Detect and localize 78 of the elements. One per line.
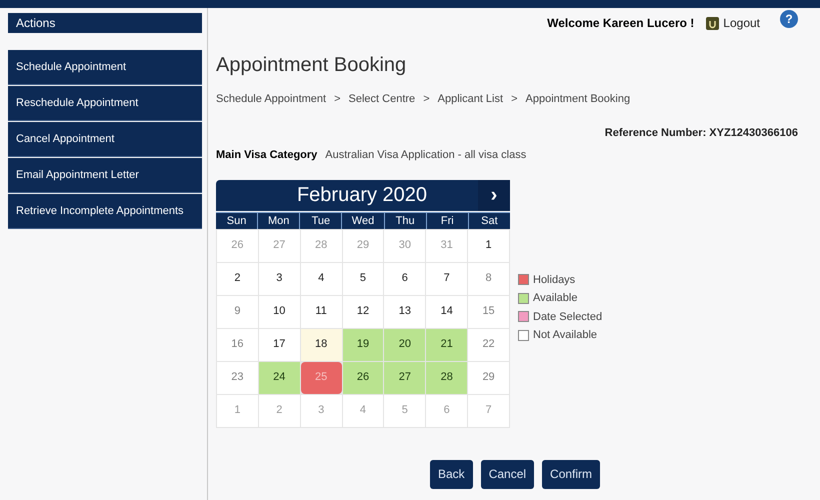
weekday-header: Sun	[216, 212, 258, 228]
calendar-day: 2	[258, 394, 300, 426]
month-title: February 2020	[296, 183, 428, 208]
breadcrumb-separator: >	[423, 92, 430, 107]
calendar-day: 5	[384, 394, 426, 426]
sidebar-item[interactable]: Reschedule Appointment	[8, 86, 202, 121]
calendar-day: 6	[426, 394, 468, 426]
calendar-day[interactable]: 6	[384, 262, 426, 294]
calendar-day[interactable]: 27	[384, 362, 426, 394]
sidebar-item[interactable]: Schedule Appointment	[8, 50, 202, 85]
calendar-day[interactable]: 12	[342, 296, 384, 328]
calendar-day: 1	[217, 394, 258, 426]
calendar-day[interactable]: 26	[342, 362, 384, 394]
calendar-day[interactable]: 17	[258, 328, 300, 360]
calendar-day[interactable]: 3	[258, 262, 300, 294]
calendar-day[interactable]: 2	[217, 262, 258, 294]
sidebar-item[interactable]: Retrieve Incomplete Appointments	[8, 194, 202, 229]
weekday-header: Fri	[426, 212, 468, 228]
visa-category-label: Main Visa Category	[216, 148, 318, 163]
sidebar-item[interactable]: Email Appointment Letter	[8, 158, 202, 193]
calendar-day[interactable]: 16	[217, 328, 258, 360]
calendar-day[interactable]: 10	[258, 296, 300, 328]
breadcrumb-item[interactable]: Appointment Booking	[526, 91, 630, 108]
page-title: Appointment Booking	[216, 53, 408, 77]
weekday-header: Mon	[258, 212, 300, 228]
action-button[interactable]: Back	[430, 460, 473, 488]
calendar-day[interactable]: 5	[342, 262, 384, 294]
calendar-day[interactable]: 15	[468, 296, 509, 328]
legend-label: Available	[533, 291, 578, 306]
calendar-day[interactable]: 14	[426, 296, 468, 328]
calendar-day[interactable]: 28	[426, 362, 468, 394]
logout-link[interactable]: Logout	[706, 14, 760, 32]
calendar-day: 30	[384, 230, 426, 262]
calendar-day[interactable]: 29	[468, 362, 509, 394]
calendar-day[interactable]: 11	[300, 296, 342, 328]
weekday-header: Tue	[300, 212, 342, 228]
power-icon	[706, 16, 720, 30]
calendar-day[interactable]: 18	[300, 328, 342, 360]
next-month-button[interactable]: ›	[478, 180, 510, 210]
calendar-day: 26	[217, 230, 258, 262]
legend-label: Date Selected	[533, 310, 602, 324]
action-button[interactable]: Cancel	[480, 460, 534, 488]
calendar-day[interactable]: 21	[426, 328, 468, 360]
breadcrumb-item[interactable]: Schedule Appointment	[216, 91, 326, 108]
breadcrumb-item[interactable]: Applicant List	[438, 91, 504, 108]
breadcrumb-separator: >	[511, 92, 518, 107]
calendar-day[interactable]: 22	[468, 328, 509, 360]
calendar-day: 28	[300, 230, 342, 262]
calendar-day[interactable]: 24	[258, 362, 300, 394]
calendar-day: 27	[258, 230, 300, 262]
weekday-header: Wed	[342, 212, 384, 228]
calendar-day[interactable]: 23	[217, 362, 258, 394]
weekday-header: Sat	[468, 212, 510, 228]
legend-label: Holidays	[533, 272, 576, 288]
breadcrumb-item[interactable]: Select Centre	[348, 91, 416, 108]
calendar-day: 31	[426, 230, 468, 262]
help-button[interactable]: ?	[780, 10, 798, 28]
reference-number: Reference Number: XYZ12430366106	[604, 126, 798, 140]
calendar-day: 29	[342, 230, 384, 262]
calendar-day[interactable]: 4	[300, 262, 342, 294]
calendar-day[interactable]: 19	[342, 328, 384, 360]
legend-label: Not Available	[533, 328, 598, 343]
sidebar-title: Actions	[8, 13, 202, 33]
sidebar-item[interactable]: Cancel Appointment	[8, 122, 202, 157]
calendar-day[interactable]: 20	[384, 328, 426, 360]
action-button[interactable]: Confirm	[542, 460, 600, 488]
calendar-day[interactable]: 9	[217, 296, 258, 328]
calendar-day[interactable]: 13	[384, 296, 426, 328]
calendar-day[interactable]: 8	[468, 262, 509, 294]
calendar-day: 4	[342, 394, 384, 426]
calendar-day: 3	[300, 394, 342, 426]
calendar-day[interactable]: 1	[468, 230, 509, 262]
welcome-text: Welcome Kareen Lucero !	[547, 15, 694, 32]
calendar-day[interactable]: 7	[426, 262, 468, 294]
weekday-header: Thu	[384, 212, 426, 228]
visa-category-value: Australian Visa Application - all visa class	[325, 148, 526, 163]
calendar-day: 7	[468, 394, 509, 426]
breadcrumb-separator: >	[334, 92, 341, 107]
